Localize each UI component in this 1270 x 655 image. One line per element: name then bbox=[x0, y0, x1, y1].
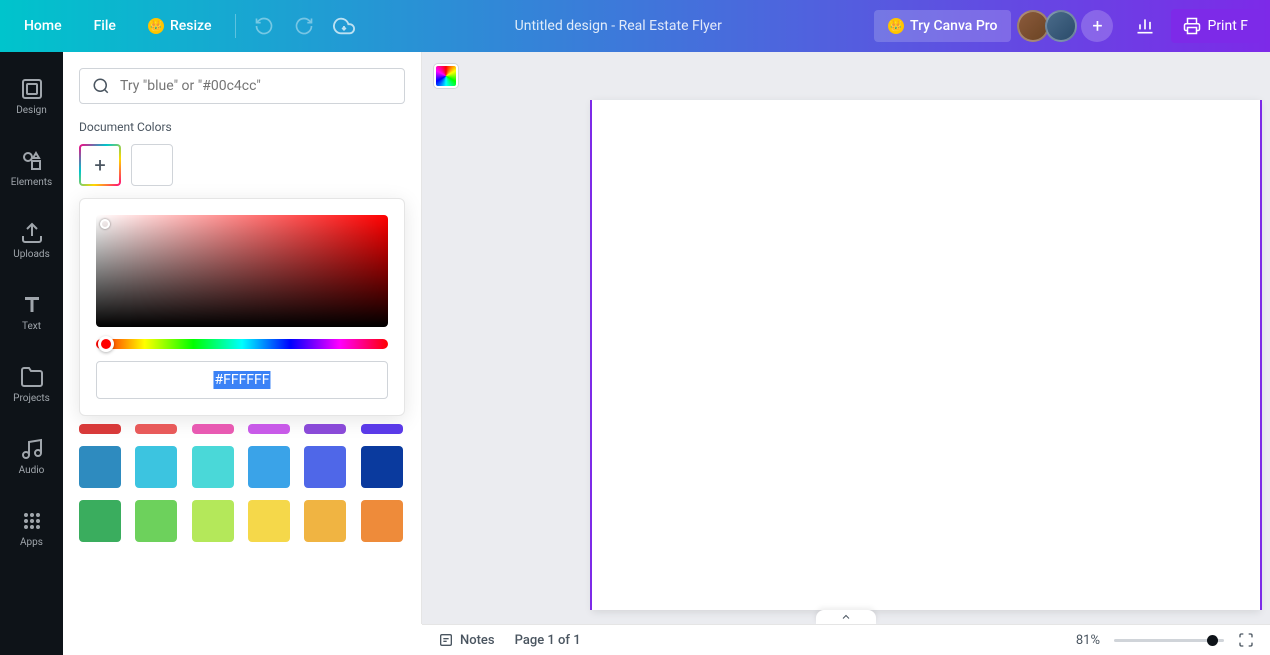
document-title[interactable]: Untitled design - Real Estate Flyer bbox=[366, 18, 870, 34]
canvas-page[interactable] bbox=[592, 100, 1260, 610]
color-swatch[interactable] bbox=[135, 500, 177, 542]
cloud-sync-button[interactable] bbox=[326, 8, 362, 44]
redo-button[interactable] bbox=[286, 8, 322, 44]
expand-pages-tab[interactable] bbox=[816, 610, 876, 624]
resize-button[interactable]: 👑 Resize bbox=[134, 10, 226, 42]
nav-label: Elements bbox=[11, 177, 52, 188]
chart-icon bbox=[1135, 16, 1155, 36]
print-button[interactable]: Print F bbox=[1171, 9, 1260, 43]
zoom-slider[interactable] bbox=[1114, 639, 1224, 642]
left-nav: Design Elements Uploads Text Projects Au… bbox=[0, 52, 63, 655]
bottom-right: 81% bbox=[1076, 632, 1254, 648]
page-indicator[interactable]: Page 1 of 1 bbox=[515, 633, 581, 648]
color-swatch[interactable] bbox=[192, 500, 234, 542]
saturation-handle[interactable] bbox=[100, 219, 110, 229]
nav-label: Audio bbox=[19, 465, 45, 476]
home-button[interactable]: Home bbox=[10, 10, 76, 42]
avatar[interactable] bbox=[1045, 10, 1077, 42]
file-label: File bbox=[94, 18, 116, 34]
nav-audio[interactable]: Audio bbox=[0, 420, 63, 492]
color-swatch[interactable] bbox=[192, 446, 234, 488]
nav-elements[interactable]: Elements bbox=[0, 132, 63, 204]
color-swatch[interactable] bbox=[192, 424, 234, 434]
chevron-up-icon bbox=[840, 611, 852, 623]
hex-value: #FFFFFF bbox=[213, 371, 270, 389]
design-icon bbox=[20, 77, 44, 101]
current-color-indicator[interactable] bbox=[434, 64, 458, 88]
nav-design[interactable]: Design bbox=[0, 60, 63, 132]
hue-slider[interactable] bbox=[96, 339, 388, 349]
notes-button[interactable]: Notes bbox=[438, 632, 495, 648]
fullscreen-icon[interactable] bbox=[1238, 632, 1254, 648]
notes-label: Notes bbox=[460, 633, 495, 648]
nav-label: Uploads bbox=[13, 249, 49, 260]
color-swatch[interactable] bbox=[79, 500, 121, 542]
nav-apps[interactable]: Apps bbox=[0, 492, 63, 564]
color-swatch[interactable] bbox=[79, 446, 121, 488]
undo-button[interactable] bbox=[246, 8, 282, 44]
color-search[interactable] bbox=[79, 68, 405, 104]
default-colors-grid bbox=[79, 446, 405, 542]
home-label: Home bbox=[24, 18, 62, 34]
zoom-handle[interactable] bbox=[1207, 635, 1218, 646]
color-swatch[interactable] bbox=[361, 500, 403, 542]
color-swatch[interactable] bbox=[248, 446, 290, 488]
text-icon bbox=[20, 293, 44, 317]
nav-text[interactable]: Text bbox=[0, 276, 63, 348]
nav-label: Apps bbox=[20, 537, 43, 548]
audio-icon bbox=[20, 437, 44, 461]
color-swatch[interactable] bbox=[304, 500, 346, 542]
try-pro-button[interactable]: 👑 Try Canva Pro bbox=[874, 10, 1011, 42]
notes-icon bbox=[438, 632, 454, 648]
white-swatch[interactable] bbox=[131, 144, 173, 186]
color-swatch[interactable] bbox=[248, 500, 290, 542]
topbar: Home File 👑 Resize Untitled design - Rea… bbox=[0, 0, 1270, 52]
saturation-box[interactable] bbox=[96, 215, 388, 327]
color-swatch[interactable] bbox=[248, 424, 290, 434]
add-color-button[interactable]: + bbox=[79, 144, 121, 186]
elements-icon bbox=[20, 149, 44, 173]
try-pro-label: Try Canva Pro bbox=[910, 18, 997, 34]
document-colors-label: Document Colors bbox=[79, 120, 405, 134]
default-colors-grid bbox=[79, 424, 405, 434]
add-collaborator-button[interactable]: + bbox=[1081, 10, 1113, 42]
projects-icon bbox=[20, 365, 44, 389]
color-swatch[interactable] bbox=[361, 424, 403, 434]
avatar-group: + bbox=[1021, 10, 1113, 42]
file-button[interactable]: File bbox=[80, 10, 130, 42]
color-swatch[interactable] bbox=[135, 424, 177, 434]
color-swatch[interactable] bbox=[79, 424, 121, 434]
canvas-area[interactable] bbox=[422, 52, 1270, 624]
bottom-bar: Notes Page 1 of 1 81% bbox=[422, 624, 1270, 655]
document-colors: + bbox=[79, 144, 405, 186]
hue-handle[interactable] bbox=[98, 336, 114, 352]
cloud-icon bbox=[333, 15, 355, 37]
crown-icon: 👑 bbox=[888, 18, 904, 34]
color-swatch[interactable] bbox=[361, 446, 403, 488]
color-swatch[interactable] bbox=[304, 424, 346, 434]
apps-icon bbox=[20, 509, 44, 533]
nav-projects[interactable]: Projects bbox=[0, 348, 63, 420]
divider bbox=[235, 14, 236, 38]
color-panel: Document Colors + #FFFFFF bbox=[63, 52, 422, 624]
nav-label: Design bbox=[16, 105, 47, 116]
insights-button[interactable] bbox=[1123, 8, 1167, 44]
undo-icon bbox=[254, 16, 274, 36]
nav-label: Text bbox=[22, 321, 41, 332]
print-icon bbox=[1183, 17, 1201, 35]
redo-icon bbox=[294, 16, 314, 36]
crown-icon: 👑 bbox=[148, 18, 164, 34]
search-input[interactable] bbox=[120, 78, 392, 94]
search-icon bbox=[92, 77, 110, 95]
color-swatch[interactable] bbox=[304, 446, 346, 488]
zoom-level[interactable]: 81% bbox=[1076, 633, 1100, 648]
nav-uploads[interactable]: Uploads bbox=[0, 204, 63, 276]
resize-label: Resize bbox=[170, 18, 212, 34]
uploads-icon bbox=[20, 221, 44, 245]
color-swatch[interactable] bbox=[135, 446, 177, 488]
nav-label: Projects bbox=[13, 393, 50, 404]
color-picker: #FFFFFF bbox=[79, 198, 405, 416]
print-label: Print F bbox=[1207, 18, 1248, 34]
